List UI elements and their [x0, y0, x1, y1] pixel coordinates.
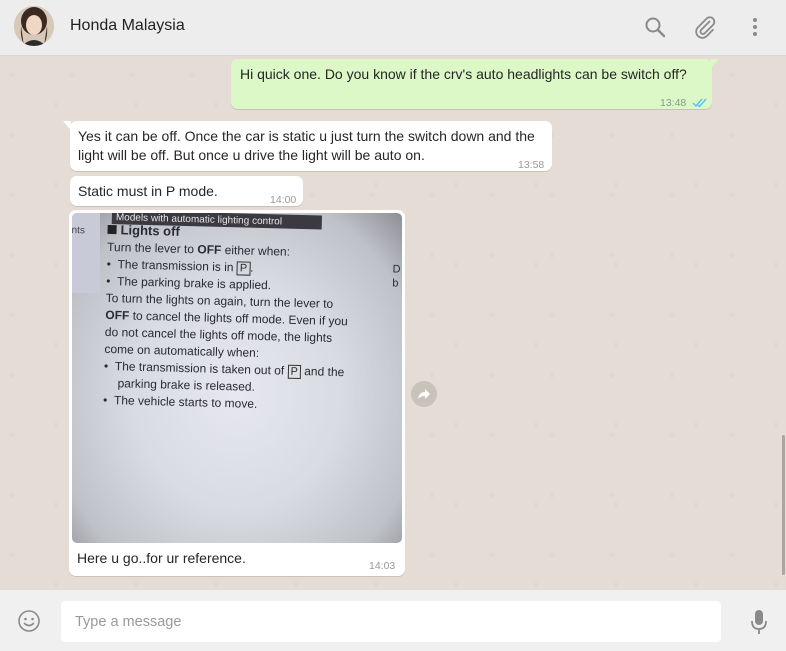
message-time: 13:58	[518, 159, 545, 171]
menu-icon[interactable]	[742, 14, 768, 40]
message-image[interactable]: Models with automatic lighting control n…	[69, 210, 405, 576]
photo-line: • The vehicle starts to move.	[102, 392, 258, 411]
photo-side-text: nts	[72, 224, 86, 237]
forward-icon[interactable]	[411, 381, 437, 407]
message-time: 14:00	[270, 194, 297, 206]
read-ticks-icon	[692, 94, 708, 113]
chat-pane[interactable]: Hi quick one. Do you know if the crv's a…	[0, 57, 786, 590]
message-text: Yes it can be off. Once the car is stati…	[78, 128, 535, 163]
emoji-icon[interactable]	[17, 609, 41, 633]
contact-name[interactable]: Honda Malaysia	[70, 17, 185, 35]
message-outgoing[interactable]: Hi quick one. Do you know if the crv's a…	[231, 59, 719, 109]
avatar[interactable]	[14, 6, 54, 46]
composer-bar	[0, 590, 786, 651]
message-text: Static must in P mode.	[78, 183, 218, 199]
message-input[interactable]	[61, 601, 721, 642]
message-time: 13:48	[660, 97, 687, 109]
bubble-tail	[711, 59, 719, 68]
photo-edge-text: b	[392, 277, 399, 290]
search-icon[interactable]	[642, 14, 668, 40]
message-incoming[interactable]: Yes it can be off. Once the car is stati…	[63, 121, 552, 171]
attach-icon[interactable]	[692, 14, 718, 40]
message-photo[interactable]: Models with automatic lighting control n…	[72, 213, 402, 543]
message-incoming[interactable]: Static must in P mode. 14:00	[70, 176, 303, 206]
image-caption: Here u go..for ur reference.	[77, 550, 246, 566]
microphone-icon[interactable]	[749, 609, 769, 635]
message-time: 14:03	[369, 560, 396, 572]
message-text: Hi quick one. Do you know if the crv's a…	[240, 66, 687, 82]
photo-heading: Lights off	[107, 222, 180, 241]
bubble-tail	[63, 121, 71, 130]
photo-document-text: Models with automatic lighting control n…	[72, 213, 402, 543]
chat-scrollbar[interactable]	[782, 435, 785, 575]
chat-header: Honda Malaysia	[0, 0, 786, 56]
